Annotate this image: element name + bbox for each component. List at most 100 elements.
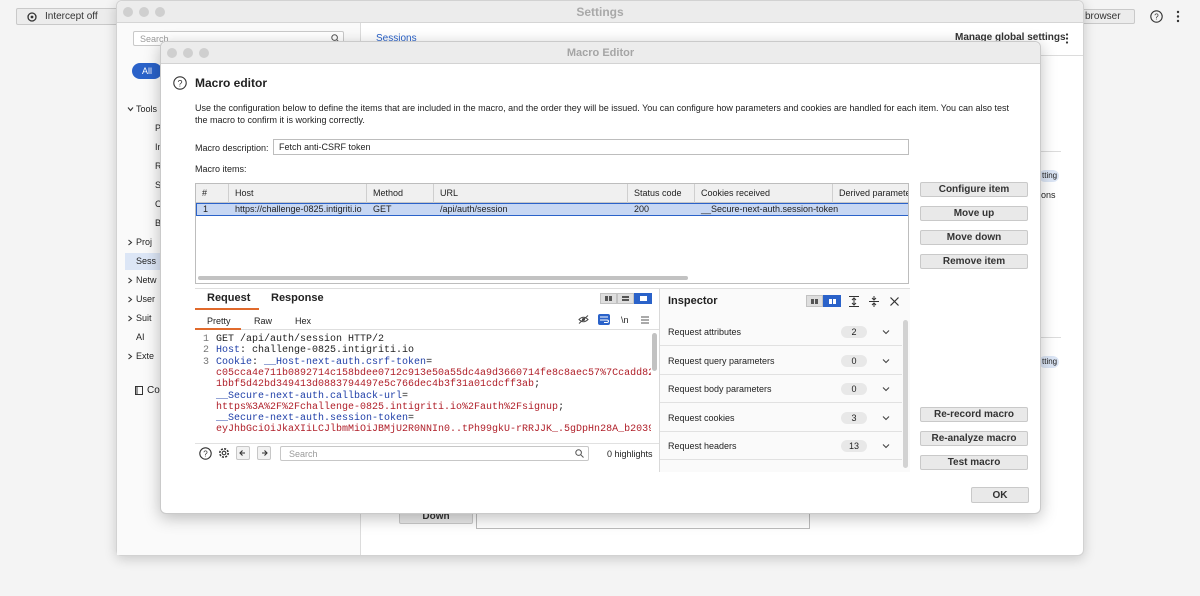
table-cell — [833, 204, 845, 215]
inspector-row[interactable]: Request cookies 3 — [660, 404, 902, 432]
gear-icon[interactable] — [217, 446, 231, 460]
chevron-right-icon[interactable] — [127, 315, 133, 322]
chevron-right-icon[interactable] — [127, 277, 133, 284]
layout-split-horizontal-icon[interactable] — [600, 293, 617, 304]
code-token: : — [252, 356, 265, 368]
book-icon — [135, 386, 143, 395]
svg-text:?: ? — [1154, 13, 1159, 22]
layout-tabs-icon[interactable] — [634, 293, 652, 304]
hide-nonprintable-icon[interactable] — [578, 315, 589, 324]
macro-description-input[interactable]: Fetch anti-CSRF token — [273, 139, 909, 155]
more-vertical-icon[interactable] — [1175, 10, 1181, 23]
inspector-scrollbar[interactable] — [903, 320, 908, 468]
highlights-count: 0 highlights — [607, 449, 653, 459]
code-vertical-scrollbar[interactable] — [652, 333, 657, 371]
inspector-row[interactable]: Request attributes 2 — [660, 318, 902, 346]
inspector-row-label: Request query parameters — [668, 355, 775, 366]
newline-toggle[interactable]: \n — [621, 315, 629, 325]
help-icon[interactable]: ? — [199, 447, 212, 460]
settings-tree-label: Exte — [136, 351, 155, 361]
subtab-pretty[interactable]: Pretty — [207, 316, 231, 326]
inspector-row-label: Request cookies — [668, 412, 735, 423]
intercept-icon — [27, 12, 37, 22]
move-up-button[interactable]: Move up — [920, 206, 1028, 221]
chevron-down-icon[interactable] — [127, 106, 134, 112]
request-search-input[interactable]: Search — [280, 446, 589, 461]
inspector-layout-toggle[interactable] — [806, 295, 841, 307]
chevron-right-icon[interactable] — [127, 239, 133, 246]
rule-badge-2: tting — [1039, 356, 1059, 368]
reanalyze-macro-button[interactable]: Re-analyze macro — [920, 431, 1028, 446]
remove-item-button[interactable]: Remove item — [920, 254, 1028, 269]
move-up-label: Move up — [953, 208, 995, 219]
settings-tree-label: Tools — [136, 104, 158, 114]
code-token: __Secure-next-auth.session-token — [216, 413, 409, 425]
tab-request[interactable]: Request — [207, 292, 250, 304]
request-search-icon — [575, 449, 584, 458]
code-token: 1bbf5d42bd349413d0883794497e5c766dec4b3f… — [216, 379, 535, 391]
layout-toggle-group[interactable] — [600, 293, 652, 304]
svg-text:?: ? — [203, 450, 208, 459]
rerecord-macro-label: Re-record macro — [933, 409, 1015, 420]
table-column-header[interactable]: Cookies received — [694, 184, 776, 203]
chevron-right-icon[interactable] — [127, 296, 133, 303]
table-column-header[interactable]: Method — [366, 184, 409, 203]
rerecord-macro-button[interactable]: Re-record macro — [920, 407, 1028, 422]
expand-all-icon[interactable] — [849, 296, 859, 307]
word-wrap-icon[interactable] — [598, 314, 610, 325]
table-column-header[interactable]: Derived paramete — [832, 184, 908, 203]
question-icon[interactable]: ? — [173, 76, 187, 90]
code-token: c05cca4e711b0892714c158bdee0712c913e50a5… — [216, 367, 651, 379]
inspector-row[interactable]: Request headers 13 — [660, 432, 902, 461]
test-macro-button[interactable]: Test macro — [920, 455, 1028, 470]
macro-editor-description: Use the configuration below to define th… — [195, 103, 1009, 125]
code-line: https%3A%2F%2Fchallenge-0825.intigriti.i… — [195, 402, 564, 413]
chevron-right-icon[interactable] — [127, 353, 133, 360]
table-column-header[interactable]: # — [196, 184, 213, 203]
filter-all-button[interactable]: All — [132, 63, 162, 79]
macro-editor-title: Macro Editor — [566, 47, 635, 59]
inspector-row-count: 13 — [841, 440, 867, 453]
table-column-header[interactable]: Status code — [627, 184, 688, 203]
configure-item-button[interactable]: Configure item — [920, 182, 1028, 197]
back-arrow-icon[interactable] — [236, 446, 250, 460]
subtab-hex[interactable]: Hex — [295, 316, 311, 326]
move-down-button[interactable]: Move down — [920, 230, 1028, 245]
inspector-layout-right-icon[interactable] — [823, 295, 841, 307]
macro-editor-window: Macro Editor ? Macro editor Use the conf… — [160, 41, 1041, 514]
code-line: __Secure-next-auth.session-token= — [195, 413, 414, 424]
table-column-header[interactable]: URL — [433, 184, 464, 203]
layout-split-vertical-icon[interactable] — [617, 293, 634, 304]
collapse-all-icon[interactable] — [869, 296, 879, 307]
open-browser-button[interactable]: browser — [1078, 9, 1135, 24]
table-row[interactable]: 1 https://challenge-0825.intigriti.io GET /… — [196, 203, 908, 216]
request-tab-underline — [195, 308, 259, 310]
reanalyze-macro-label: Re-analyze macro — [931, 433, 1017, 444]
table-horizontal-scrollbar[interactable] — [198, 276, 688, 280]
table-column-header[interactable]: Host — [228, 184, 260, 203]
ok-label: OK — [992, 489, 1008, 501]
close-icon[interactable] — [890, 297, 899, 306]
settings-more-icon[interactable] — [1065, 33, 1069, 44]
inspector-layout-left-icon[interactable] — [806, 295, 823, 307]
tab-response[interactable]: Response — [271, 292, 324, 304]
request-code-view[interactable]: 1 GET /api/auth/session HTTP/2 2 Host: chal… — [195, 332, 651, 436]
subtab-raw[interactable]: Raw — [254, 316, 272, 326]
forward-arrow-icon[interactable] — [257, 446, 271, 460]
chevron-down-icon[interactable] — [882, 358, 890, 364]
filter-all-label: All — [141, 66, 152, 76]
inspector-title: Inspector — [668, 295, 718, 307]
chevron-down-icon[interactable] — [882, 329, 890, 335]
intercept-toggle-button[interactable]: Intercept off — [16, 8, 126, 25]
table-header: # Host Method URL Status code Cookies receive… — [196, 184, 908, 203]
menu-list-icon[interactable] — [641, 316, 649, 324]
chevron-down-icon[interactable] — [882, 386, 890, 392]
help-circle-icon[interactable]: ? — [1150, 10, 1163, 23]
inspector-row-count: 0 — [841, 383, 867, 396]
ok-button[interactable]: OK — [971, 487, 1029, 503]
chevron-down-icon[interactable] — [882, 443, 890, 449]
intercept-label: Intercept off — [45, 11, 98, 22]
inspector-row[interactable]: Request body parameters 0 — [660, 375, 902, 404]
inspector-row[interactable]: Request query parameters 0 — [660, 347, 902, 375]
chevron-down-icon[interactable] — [882, 415, 890, 421]
